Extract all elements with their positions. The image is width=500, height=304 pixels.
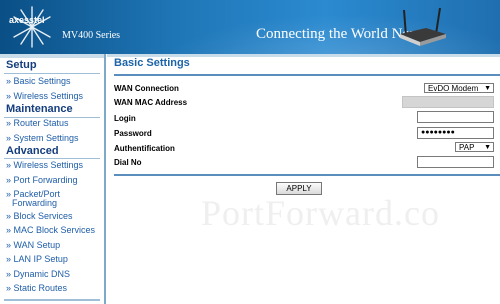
sidebar-nav: Setup » Basic Settings » Wireless Settin… (0, 54, 106, 304)
password-field[interactable]: ●●●●●●●● (417, 127, 494, 139)
sidebar-bottom-rule (4, 299, 100, 301)
dial-no-label: Dial No (114, 158, 142, 167)
header-banner: axesstel MV400 Series Connecting the Wor… (0, 0, 500, 54)
sidebar-item-packet-port-cont[interactable]: Forwarding (12, 198, 57, 208)
sidebar-item-basic-settings[interactable]: » Basic Settings (6, 76, 71, 86)
wan-mac-field (402, 96, 494, 108)
sidebar-heading-maintenance: Maintenance (6, 103, 73, 115)
sidebar-item-router-status[interactable]: » Router Status (6, 118, 69, 128)
sidebar-top-rule (0, 54, 104, 58)
sidebar-item-block-services[interactable]: » Block Services (6, 211, 73, 221)
sidebar-item-mac-block-services[interactable]: » MAC Block Services (6, 225, 95, 235)
form-bottom-rule (114, 174, 500, 176)
wan-connection-select[interactable]: EvDO Modem ▼ (424, 83, 494, 93)
sidebar-item-dynamic-dns[interactable]: » Dynamic DNS (6, 269, 70, 279)
authentication-select[interactable]: PAP ▼ (455, 142, 494, 152)
axesstel-logo-icon (13, 6, 51, 48)
logo-text: axesstel (9, 15, 45, 25)
sidebar-item-adv-wireless-settings[interactable]: » Wireless Settings (6, 160, 83, 170)
main-content: PortForward.co Basic Settings WAN Connec… (107, 54, 500, 304)
router-icon (400, 7, 446, 46)
chevron-down-icon: ▼ (484, 144, 491, 151)
sidebar-item-system-settings[interactable]: » System Settings (6, 133, 79, 143)
password-label: Password (114, 129, 152, 138)
authentication-value: PAP (459, 143, 475, 152)
sidebar-item-port-forwarding[interactable]: » Port Forwarding (6, 175, 78, 185)
sidebar-item-lan-ip-setup[interactable]: » LAN IP Setup (6, 254, 68, 264)
title-rule (114, 74, 500, 76)
sidebar-item-wireless-settings[interactable]: » Wireless Settings (6, 91, 83, 101)
dial-no-field[interactable] (417, 156, 494, 168)
sidebar-heading-setup: Setup (6, 59, 37, 71)
login-field[interactable] (417, 111, 494, 123)
wan-connection-value: EvDO Modem (428, 84, 479, 93)
authentication-label: Authentification (114, 144, 175, 153)
sidebar-rule (4, 158, 100, 159)
chevron-down-icon: ▼ (484, 85, 491, 92)
watermark-text: PortForward.co (201, 193, 440, 233)
wan-mac-label: WAN MAC Address (114, 98, 188, 107)
sidebar-heading-advanced: Advanced (6, 145, 59, 157)
page-title: Basic Settings (114, 57, 190, 69)
sidebar-item-wan-setup[interactable]: » WAN Setup (6, 240, 60, 250)
wan-connection-label: WAN Connection (114, 84, 179, 93)
series-label: MV400 Series (62, 30, 121, 41)
sidebar-rule (4, 73, 100, 74)
apply-button[interactable]: APPLY (276, 182, 322, 195)
login-label: Login (114, 114, 136, 123)
sidebar-item-static-routes[interactable]: » Static Routes (6, 283, 67, 293)
